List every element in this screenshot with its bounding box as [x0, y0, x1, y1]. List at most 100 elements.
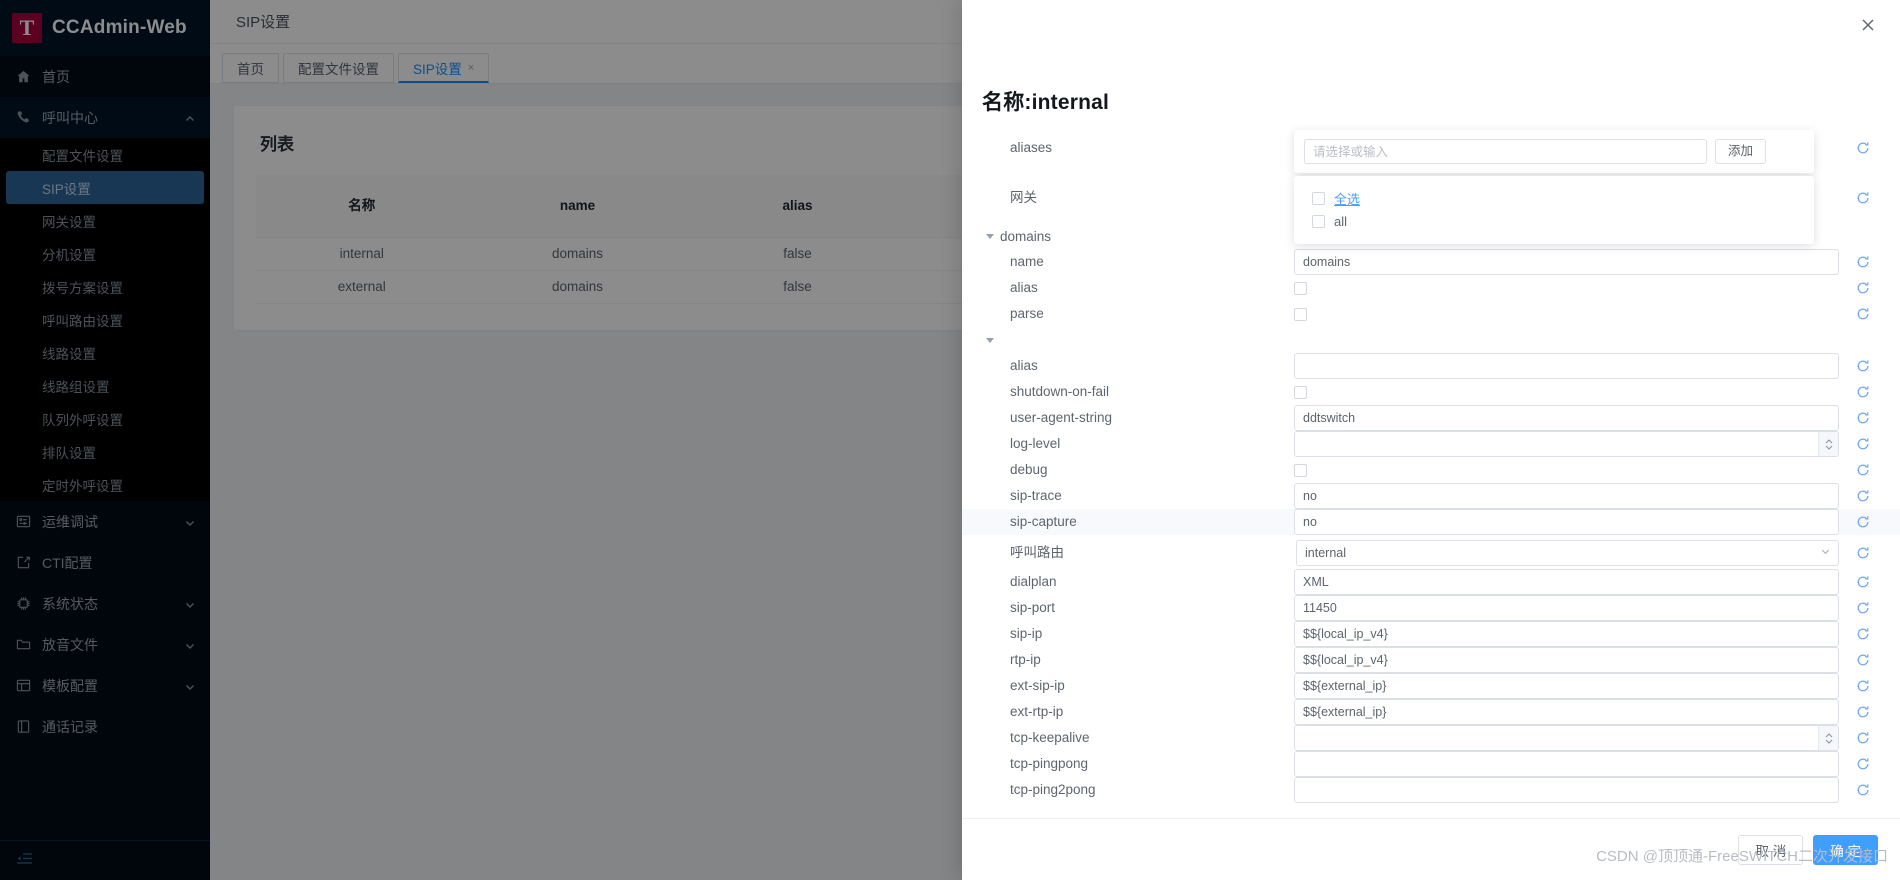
refresh-icon[interactable] — [1856, 757, 1870, 771]
field-label-dialplan: dialplan — [962, 569, 1294, 595]
field-row-sip-port: sip-port — [962, 595, 1900, 621]
field-label-sip-port: sip-port — [962, 595, 1294, 621]
refresh-icon[interactable] — [1856, 255, 1870, 269]
caret-down-icon[interactable] — [986, 338, 994, 343]
caret-down-icon[interactable] — [986, 234, 994, 239]
field-label-sip-ip: sip-ip — [962, 621, 1294, 647]
refresh-icon[interactable] — [1856, 601, 1870, 615]
field-row-user-agent-string: user-agent-string — [962, 405, 1900, 431]
refresh-icon[interactable] — [1856, 463, 1870, 477]
field-input-sip-ip[interactable] — [1294, 621, 1839, 647]
field-label-debug: debug — [962, 457, 1294, 483]
aliases-selector-popup: 添加 — [1294, 130, 1814, 173]
field-checkbox-debug[interactable] — [1294, 464, 1307, 477]
field-row-name: name — [962, 249, 1900, 275]
field-input-log-level[interactable] — [1294, 431, 1839, 457]
field-row-tcp-ping2pong: tcp-ping2pong — [962, 777, 1900, 803]
field-label-call-route: 呼叫路由 — [962, 540, 1294, 566]
tree-node-label: domains — [1000, 224, 1051, 250]
field-label-ext-sip-ip: ext-sip-ip — [962, 673, 1294, 699]
field-label-gateway: 网关 — [962, 185, 1294, 211]
refresh-icon[interactable] — [1856, 281, 1870, 295]
field-label-shutdown-on-fail: shutdown-on-fail — [962, 379, 1294, 405]
field-checkbox-parse[interactable] — [1294, 308, 1307, 321]
field-input-rtp-ip[interactable] — [1294, 647, 1839, 673]
field-input-sip-trace[interactable] — [1294, 483, 1839, 509]
field-label-alias: alias — [962, 275, 1294, 301]
field-input-dialplan[interactable] — [1294, 569, 1839, 595]
watermark: CSDN @顶顶通-FreeSWITCH二次开发接口 — [1596, 845, 1888, 866]
aliases-input[interactable] — [1304, 139, 1707, 164]
aliases-option-list: 全选 all — [1294, 176, 1814, 244]
field-label-rtp-ip: rtp-ip — [962, 647, 1294, 673]
field-input-ext-rtp-ip[interactable] — [1294, 699, 1839, 725]
field-input-tcp-ping2pong[interactable] — [1294, 777, 1839, 803]
field-input-ext-sip-ip[interactable] — [1294, 673, 1839, 699]
field-row-sip-ip: sip-ip — [962, 621, 1900, 647]
refresh-icon[interactable] — [1856, 359, 1870, 373]
aliases-option-label: 全选 — [1334, 189, 1360, 208]
refresh-icon[interactable] — [1856, 653, 1870, 667]
drawer-body: aliases 添加 全选 all — [962, 124, 1900, 812]
field-label-name: name — [962, 249, 1294, 275]
field-select-call-route[interactable] — [1296, 540, 1839, 566]
number-stepper-tcp-keepalive[interactable] — [1818, 726, 1838, 750]
close-icon[interactable] — [1860, 17, 1878, 35]
refresh-icon[interactable] — [1856, 307, 1870, 321]
refresh-icon[interactable] — [1856, 385, 1870, 399]
checkbox[interactable] — [1312, 192, 1325, 205]
refresh-icon[interactable] — [1856, 546, 1870, 560]
aliases-option-select-all[interactable]: 全选 — [1294, 186, 1814, 211]
field-label-tcp-ping2pong: tcp-ping2pong — [962, 777, 1294, 803]
refresh-icon[interactable] — [1856, 141, 1870, 155]
aliases-option-all[interactable]: all — [1294, 211, 1814, 232]
field-input-name[interactable] — [1294, 249, 1839, 275]
tree-node-settings[interactable] — [962, 327, 1900, 353]
field-row-dialplan: dialplan — [962, 569, 1900, 595]
refresh-icon[interactable] — [1856, 515, 1870, 529]
aliases-option-label: all — [1334, 214, 1347, 229]
field-label-tcp-pingpong: tcp-pingpong — [962, 751, 1294, 777]
field-input-sip-capture[interactable] — [1294, 509, 1839, 535]
field-input-sip-port[interactable] — [1294, 595, 1839, 621]
field-checkbox-shutdown-on-fail[interactable] — [1294, 386, 1307, 399]
refresh-icon[interactable] — [1856, 411, 1870, 425]
field-row-ext-sip-ip: ext-sip-ip — [962, 673, 1900, 699]
field-row-alias: alias — [962, 275, 1900, 301]
refresh-icon[interactable] — [1856, 575, 1870, 589]
sip-profile-drawer: 名称:internal aliases 添加 全选 — [962, 0, 1900, 880]
field-row-call-route: 呼叫路由 — [962, 539, 1900, 567]
refresh-icon[interactable] — [1856, 679, 1870, 693]
field-row-shutdown-on-fail: shutdown-on-fail — [962, 379, 1900, 405]
field-label-sip-capture: sip-capture — [962, 509, 1294, 535]
refresh-icon[interactable] — [1856, 783, 1870, 797]
field-checkbox-alias[interactable] — [1294, 282, 1307, 295]
refresh-icon[interactable] — [1856, 731, 1870, 745]
refresh-icon[interactable] — [1856, 705, 1870, 719]
field-label-tcp-keepalive: tcp-keepalive — [962, 725, 1294, 751]
field-input-tcp-pingpong[interactable] — [1294, 751, 1839, 777]
refresh-icon[interactable] — [1856, 627, 1870, 641]
field-row-alias2: alias — [962, 353, 1900, 379]
aliases-add-button[interactable]: 添加 — [1715, 139, 1766, 164]
refresh-icon[interactable] — [1856, 191, 1870, 205]
field-row-parse: parse — [962, 301, 1900, 327]
refresh-icon[interactable] — [1856, 437, 1870, 451]
field-input-tcp-keepalive[interactable] — [1294, 725, 1839, 751]
field-label-sip-trace: sip-trace — [962, 483, 1294, 509]
field-row-debug: debug — [962, 457, 1900, 483]
field-label-alias2: alias — [962, 353, 1294, 379]
field-label-log-level: log-level — [962, 431, 1294, 457]
field-row-log-level: log-level — [962, 431, 1900, 457]
drawer-title: 名称:internal — [982, 86, 1109, 116]
field-input-alias2[interactable] — [1294, 353, 1839, 379]
refresh-icon[interactable] — [1856, 489, 1870, 503]
field-row-sip-trace: sip-trace — [962, 483, 1900, 509]
field-label-aliases: aliases — [962, 135, 1294, 161]
field-row-ext-rtp-ip: ext-rtp-ip — [962, 699, 1900, 725]
checkbox[interactable] — [1312, 215, 1325, 228]
field-row-tcp-pingpong: tcp-pingpong — [962, 751, 1900, 777]
field-input-user-agent-string[interactable] — [1294, 405, 1839, 431]
number-stepper-log-level[interactable] — [1818, 432, 1838, 456]
field-label-parse: parse — [962, 301, 1294, 327]
